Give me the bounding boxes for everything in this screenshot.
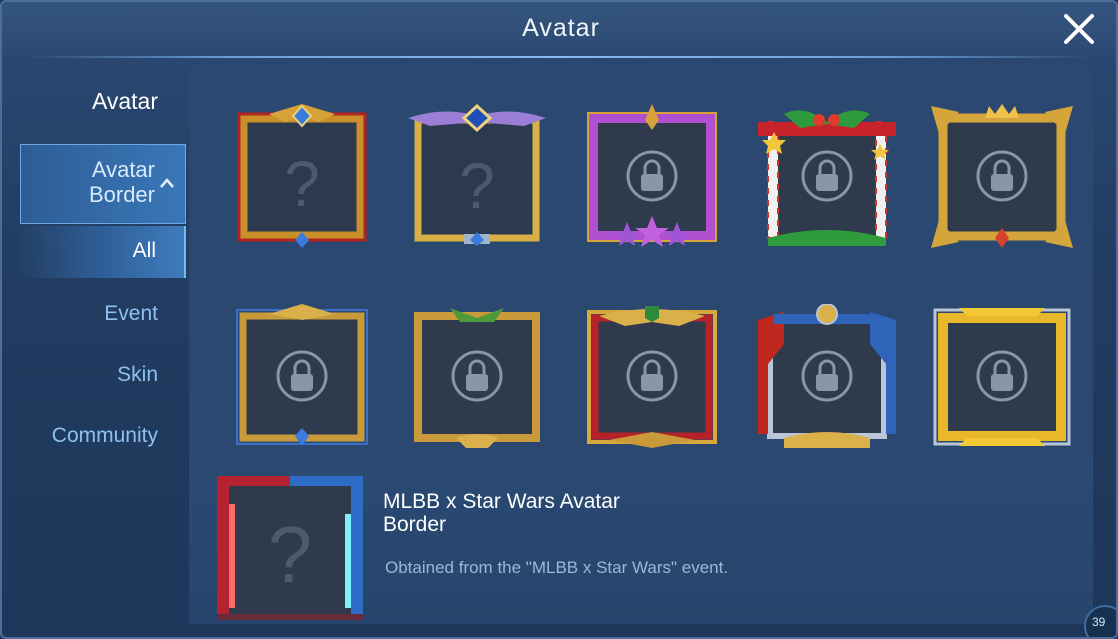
close-button[interactable] <box>1062 12 1096 46</box>
border-tile-gold-crown[interactable] <box>929 104 1075 250</box>
border-tile-gold-wing[interactable]: ? <box>404 104 550 250</box>
avatar-border-label-line2: Border <box>88 182 155 207</box>
filter-tab-skin[interactable]: Skin <box>117 363 158 387</box>
corner-badge-value: 39 <box>1092 615 1106 629</box>
sidebar-item-avatar-border[interactable]: Avatar Border <box>20 144 186 224</box>
filter-tab-community[interactable]: Community <box>52 424 158 448</box>
border-frame-gold-red: ? <box>237 104 367 248</box>
border-tile-red-gold[interactable] <box>579 304 725 450</box>
border-frame-gold-blue <box>236 304 368 446</box>
chevron-up-icon <box>160 178 174 188</box>
filter-tab-event[interactable]: Event <box>104 302 158 326</box>
window-title: Avatar <box>522 14 600 42</box>
svg-text:?: ? <box>284 148 320 220</box>
border-frame-yellow-silver <box>933 308 1071 446</box>
border-tile-gold-red[interactable]: ? <box>229 104 375 250</box>
border-frame-purple-star <box>587 104 717 247</box>
border-tile-christmas[interactable] <box>754 104 900 250</box>
border-frame-red-gold <box>587 306 717 448</box>
border-tile-purple-star[interactable] <box>579 104 725 250</box>
selected-border-preview: ? <box>217 476 363 620</box>
filter-tab-all[interactable]: All <box>16 226 186 278</box>
border-frame-gold-wing: ? <box>408 104 546 246</box>
border-detail: ? MLBB x Star Wars Avatar Border Obtaine… <box>189 460 1093 624</box>
border-tile-silver-red-blue[interactable] <box>754 304 900 450</box>
sidebar: Avatar Avatar Border All Event Skin Comm… <box>2 64 188 624</box>
selected-border-description: Obtained from the "MLBB x Star Wars" eve… <box>385 558 729 577</box>
sidebar-item-avatar[interactable]: Avatar <box>92 88 158 115</box>
border-tile-yellow-silver[interactable] <box>929 304 1075 450</box>
border-frame-christmas <box>758 110 896 246</box>
svg-text:?: ? <box>268 510 313 599</box>
border-frame-gold-crown <box>931 104 1073 248</box>
border-frame-gold-green <box>414 308 540 448</box>
border-grid: ? ? <box>189 64 1093 460</box>
avatar-border-label: Avatar Border <box>15 157 155 207</box>
border-tile-gold-blue[interactable] <box>229 304 375 450</box>
border-frame-silver-red-blue <box>758 304 896 448</box>
filter-tab-all-label: All <box>132 239 156 262</box>
border-tile-gold-green[interactable] <box>404 304 550 450</box>
svg-text:?: ? <box>459 150 495 222</box>
avatar-border-label-line1: Avatar <box>91 157 155 182</box>
avatar-panel: Avatar Avatar Avatar Border All Event Sk… <box>0 0 1118 639</box>
title-divider <box>22 56 1096 58</box>
selected-border-name: MLBB x Star Wars Avatar Border <box>383 490 620 536</box>
close-icon <box>1064 14 1094 44</box>
